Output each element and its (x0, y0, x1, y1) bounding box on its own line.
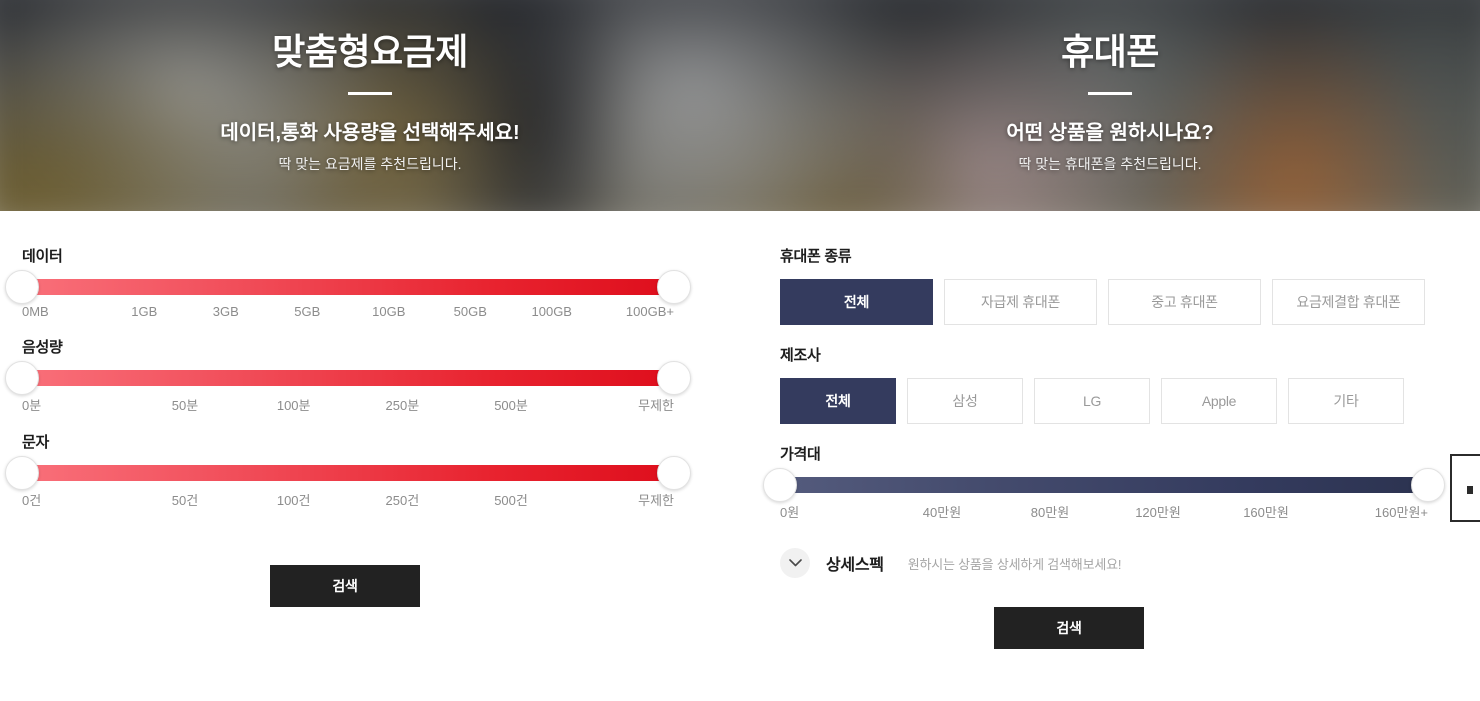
phone-search-button[interactable]: 검색 (994, 607, 1144, 649)
data-slider-ticks: 0MB 1GB 3GB 5GB 10GB 50GB 100GB 100GB+ (22, 304, 674, 319)
voice-tick: 100분 (276, 398, 311, 413)
sms-slider-handle-min[interactable] (5, 456, 39, 490)
voice-slider-label: 음성량 (22, 339, 63, 356)
manufacturer-label: 제조사 (780, 347, 821, 364)
sms-slider-handle-max[interactable] (657, 456, 691, 490)
sms-tick: 250건 (385, 493, 420, 508)
price-slider-ticks: 0원 40만원 80만원 120만원 160만원 160만원+ (780, 502, 1428, 521)
hero-column-phone: 휴대폰 어떤 상품을 원하시나요? 딱 맞는 휴대폰을 추천드립니다. (740, 0, 1480, 211)
phone-type-options: 전체 자급제 휴대폰 중고 휴대폰 요금제결합 휴대폰 (780, 279, 1480, 325)
plan-search-panel: 데이터 0MB 1GB 3GB 5GB 10GB 50GB 100GB 100G… (0, 211, 740, 649)
plan-hero-subtitle: 데이터,통화 사용량을 선택해주세요! (220, 122, 520, 145)
sms-tick: 100건 (276, 493, 311, 508)
data-tick: 0MB (22, 304, 49, 319)
voice-slider-ticks: 0분 50분 100분 250분 500분 무제한 (22, 395, 674, 414)
price-tick: 120만원 (1135, 505, 1181, 520)
phone-hero-subtitle: 어떤 상품을 원하시나요? (1006, 122, 1214, 145)
voice-tick: 500분 (494, 398, 528, 413)
manufacturer-option-apple[interactable]: Apple (1161, 378, 1277, 424)
manufacturer-option-all[interactable]: 전체 (780, 378, 896, 424)
voice-slider[interactable]: 0분 50분 100분 250분 500분 무제한 (5, 361, 691, 414)
voice-tick: 250분 (385, 398, 420, 413)
data-tick: 100GB+ (625, 304, 674, 319)
edge-side-panel[interactable] (1450, 454, 1480, 522)
detail-spec-hint: 원하시는 상품을 상세하게 검색해보세요! (907, 556, 1122, 572)
phone-hero-description: 딱 맞는 휴대폰을 추천드립니다. (1018, 156, 1202, 173)
data-tick: 3GB (212, 304, 239, 319)
phone-hero-divider (1088, 92, 1132, 96)
plan-hero-divider (348, 92, 392, 96)
edge-panel-marker (1467, 486, 1473, 494)
data-slider-handle-max[interactable] (657, 270, 691, 304)
plan-hero-title: 맞춤형요금제 (272, 31, 468, 72)
manufacturer-option-other[interactable]: 기타 (1288, 378, 1404, 424)
manufacturer-option-lg[interactable]: LG (1034, 378, 1150, 424)
sms-tick: 50건 (171, 493, 199, 508)
sms-tick: 500건 (494, 493, 528, 508)
data-slider[interactable]: 0MB 1GB 3GB 5GB 10GB 50GB 100GB 100GB+ (5, 270, 691, 319)
price-slider-label: 가격대 (780, 446, 821, 463)
voice-tick: 무제한 (638, 398, 675, 413)
manufacturer-option-samsung[interactable]: 삼성 (907, 378, 1023, 424)
price-slider-track[interactable] (763, 468, 1445, 502)
voice-slider-group: 음성량 0분 50분 100분 250분 500분 무제한 (5, 336, 740, 414)
data-tick: 10GB (372, 304, 406, 319)
voice-slider-handle-min[interactable] (5, 361, 39, 395)
data-slider-group: 데이터 0MB 1GB 3GB 5GB 10GB 50GB 100GB 100G… (5, 245, 740, 319)
voice-slider-track[interactable] (5, 361, 691, 395)
phone-hero-title: 휴대폰 (1061, 31, 1159, 72)
data-slider-track[interactable] (5, 270, 691, 304)
search-panels: 데이터 0MB 1GB 3GB 5GB 10GB 50GB 100GB 100G… (0, 211, 1480, 649)
data-tick: 50GB (453, 304, 487, 319)
voice-tick: 50분 (171, 398, 199, 413)
data-tick: 1GB (131, 304, 158, 319)
price-slider-handle-min[interactable] (763, 468, 797, 502)
price-slider[interactable]: 0원 40만원 80만원 120만원 160만원 160만원+ (763, 468, 1445, 521)
price-slider-group: 가격대 0원 40만원 80만원 120만원 160만원 160만원+ (763, 443, 1480, 521)
sms-slider-track[interactable] (5, 456, 691, 490)
price-tick: 40만원 (922, 505, 962, 520)
hero-columns: 맞춤형요금제 데이터,통화 사용량을 선택해주세요! 딱 맞는 요금제를 추천드… (0, 0, 1480, 211)
sms-slider[interactable]: 0건 50건 100건 250건 500건 무제한 (5, 456, 691, 509)
data-slider-label: 데이터 (22, 248, 63, 265)
sms-slider-ticks: 0건 50건 100건 250건 500건 무제한 (22, 490, 674, 509)
price-tick: 80만원 (1030, 505, 1070, 520)
hero-banner: 맞춤형요금제 데이터,통화 사용량을 선택해주세요! 딱 맞는 요금제를 추천드… (0, 0, 1480, 211)
phone-type-group: 휴대폰 종류 전체 자급제 휴대폰 중고 휴대폰 요금제결합 휴대폰 (780, 245, 1480, 325)
price-slider-handle-max[interactable] (1411, 468, 1445, 502)
manufacturer-options: 전체 삼성 LG Apple 기타 (780, 378, 1480, 424)
phone-search-button-wrap: 검색 (780, 607, 1480, 649)
price-tick: 160만원 (1243, 505, 1289, 520)
detail-spec-toggle[interactable]: 상세스펙 원하시는 상품을 상세하게 검색해보세요! (780, 548, 1480, 578)
plan-search-button-wrap: 검색 (22, 565, 740, 607)
phone-type-option-bundled[interactable]: 요금제결합 휴대폰 (1272, 279, 1425, 325)
phone-type-option-all[interactable]: 전체 (780, 279, 933, 325)
data-tick: 100GB (531, 304, 572, 319)
voice-slider-handle-max[interactable] (657, 361, 691, 395)
price-tick: 160만원+ (1374, 505, 1428, 520)
manufacturer-group: 제조사 전체 삼성 LG Apple 기타 (780, 344, 1480, 424)
phone-type-label: 휴대폰 종류 (780, 248, 852, 265)
phone-type-option-used[interactable]: 중고 휴대폰 (1108, 279, 1261, 325)
detail-spec-title: 상세스펙 (826, 557, 884, 574)
sms-slider-group: 문자 0건 50건 100건 250건 500건 무제한 (5, 431, 740, 509)
data-tick: 5GB (294, 304, 321, 319)
plan-hero-description: 딱 맞는 요금제를 추천드립니다. (278, 156, 462, 173)
voice-tick: 0분 (22, 398, 42, 413)
sms-tick: 0건 (22, 493, 42, 508)
data-slider-handle-min[interactable] (5, 270, 39, 304)
sms-slider-label: 문자 (22, 434, 50, 451)
plan-search-button[interactable]: 검색 (270, 565, 420, 607)
phone-type-option-unlocked[interactable]: 자급제 휴대폰 (944, 279, 1097, 325)
sms-tick: 무제한 (638, 493, 675, 508)
hero-column-plan: 맞춤형요금제 데이터,통화 사용량을 선택해주세요! 딱 맞는 요금제를 추천드… (0, 0, 740, 211)
phone-search-panel: 휴대폰 종류 전체 자급제 휴대폰 중고 휴대폰 요금제결합 휴대폰 제조사 전… (740, 211, 1480, 649)
chevron-down-icon[interactable] (780, 548, 810, 578)
price-tick: 0원 (780, 505, 800, 520)
